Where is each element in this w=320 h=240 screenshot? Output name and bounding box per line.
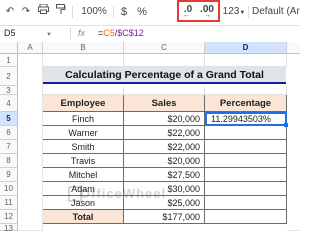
total-label-cell[interactable]: Total [43,210,124,224]
employee-cell[interactable]: Mitchel [43,168,124,182]
column-header-b[interactable]: B [43,42,124,54]
watermark: OfficeWheel [80,186,167,201]
select-all-corner[interactable] [0,42,18,54]
fill-handle[interactable] [284,123,288,127]
grid-column-a [18,54,43,231]
undo-icon[interactable]: ↶ [4,4,16,20]
header-sales[interactable]: Sales [124,95,205,112]
header-percentage[interactable]: Percentage [205,95,287,112]
grid-cell [43,86,124,95]
percent-format-button[interactable]: % [136,4,148,20]
header-employee[interactable]: Employee [43,95,124,112]
percentage-cell[interactable] [205,210,287,224]
employee-cell[interactable]: Smith [43,140,124,154]
row-header-8[interactable]: 8 [0,154,18,168]
arrow-left-icon: ← [183,12,190,19]
fx-icon: fx [78,28,86,38]
row-header-3[interactable]: 3 [0,86,18,95]
column-header-d[interactable]: D [205,42,287,54]
paint-format-icon[interactable] [55,4,67,20]
employee-cell[interactable]: Finch [43,112,124,126]
formula-ref-absolute: /$C$12 [114,28,144,38]
row-header-11[interactable]: 11 [0,196,18,210]
sales-cell[interactable]: $22,000 [124,140,205,154]
percentage-cell[interactable] [205,154,287,168]
redo-icon[interactable]: ↷ [20,4,32,20]
percentage-cell[interactable] [205,126,287,140]
toolbar: ↶ ↷ 100% ▼ $ % .0 ← .00 → 123▼ Default (… [0,0,300,32]
employee-cell[interactable]: Warner [43,126,124,140]
toolbar-divider [248,6,249,18]
row-header-13[interactable]: 13 [0,224,18,233]
grid-cell [124,86,205,95]
percentage-cell-selected[interactable]: 11.29943503% [205,112,287,126]
sales-cell[interactable]: $27,500 [124,168,205,182]
grid-cell [205,54,287,67]
print-icon[interactable] [37,3,49,20]
sales-cell[interactable]: $20,000 [124,154,205,168]
percentage-cell[interactable] [205,168,287,182]
row-header-6[interactable]: 6 [0,126,18,140]
sheet-title[interactable]: Calculating Percentage of a Grand Total [43,67,286,84]
grid-column-e [287,54,300,231]
zoom-value: 100% [81,6,107,17]
row-header-9[interactable]: 9 [0,168,18,182]
zoom-select[interactable]: 100% ▼ [77,4,111,32]
row-header-4[interactable]: 4 [0,95,18,112]
toolbar-divider [72,6,73,18]
grid-cell [43,54,124,67]
column-header-c[interactable]: C [124,42,205,54]
employee-cell[interactable]: Travis [43,154,124,168]
arrow-right-icon: → [204,12,211,19]
chevron-down-icon: ▼ [46,32,52,38]
percentage-cell[interactable] [205,140,287,154]
column-header-e[interactable] [287,42,300,54]
row-header-7[interactable]: 7 [0,140,18,154]
more-formats-button[interactable]: 123▼ [222,4,246,20]
total-value-cell[interactable]: $177,000 [124,210,205,224]
toolbar-divider [113,6,114,18]
row-header-1[interactable]: 1 [0,54,18,67]
formula-input[interactable]: =C5/$C$12 [98,28,144,38]
cell-ref: D5 [4,28,16,38]
font-select[interactable]: Default (Ari... [252,4,300,20]
row-header-2[interactable]: 2 [0,67,18,86]
sales-cell[interactable]: $20,000 [124,112,205,126]
formula-ref: C5 [103,28,115,38]
row-header-10[interactable]: 10 [0,182,18,196]
chevron-down-icon: ▼ [239,10,246,16]
more-formats-label: 123 [222,6,240,17]
formula-bar: D5 ▼ fx =C5/$C$12 [0,25,300,43]
row-header-12[interactable]: 12 [0,210,18,224]
row-header-5[interactable]: 5 [0,112,18,126]
grid-cell [124,54,205,67]
sales-cell[interactable]: $22,000 [124,126,205,140]
column-header-a[interactable]: A [18,42,43,54]
percentage-cell[interactable] [205,196,287,210]
formula-divider [70,28,71,40]
name-box[interactable]: D5 ▼ [4,28,52,38]
grid-cell [205,86,287,95]
currency-format-button[interactable]: $ [118,4,130,20]
percentage-cell[interactable] [205,182,287,196]
